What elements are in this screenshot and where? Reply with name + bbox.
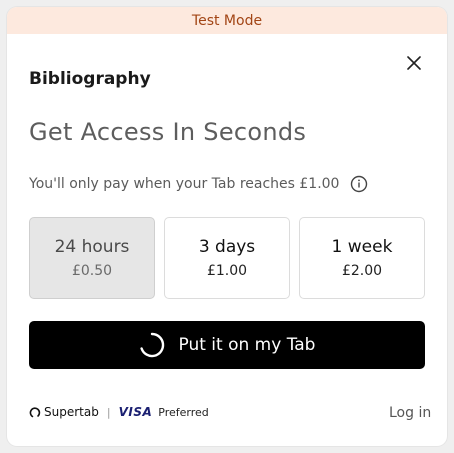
pay-note: You'll only pay when your Tab reaches £1… <box>29 175 368 193</box>
option-24-hours[interactable]: 24 hours £0.50 <box>29 217 155 299</box>
option-label: 3 days <box>198 237 256 257</box>
put-on-tab-button[interactable]: Put it on my Tab <box>29 321 425 369</box>
loading-spinner-icon <box>139 332 165 358</box>
footer-brands: Supertab | VISA Preferred <box>29 405 209 419</box>
visa-logo: VISA <box>118 405 153 419</box>
visa-preferred: Preferred <box>158 405 209 419</box>
test-mode-label: Test Mode <box>191 12 263 29</box>
login-link[interactable]: Log in <box>389 405 431 421</box>
option-price: £1.00 <box>206 263 248 279</box>
test-mode-banner: Test Mode <box>7 7 447 34</box>
option-1-week[interactable]: 1 week £2.00 <box>299 217 425 299</box>
headline: Get Access In Seconds <box>29 118 307 146</box>
put-on-tab-label: Put it on my Tab <box>178 335 316 355</box>
access-modal: Test Mode Bibliography Get Access In Sec… <box>7 7 447 446</box>
info-icon[interactable] <box>350 175 368 193</box>
option-3-days[interactable]: 3 days £1.00 <box>164 217 290 299</box>
supertab-icon <box>29 407 41 418</box>
site-name: Bibliography <box>29 69 151 89</box>
option-price: £2.00 <box>341 263 383 279</box>
close-button[interactable] <box>403 52 425 74</box>
option-label: 24 hours <box>54 237 130 257</box>
option-label: 1 week <box>331 237 393 257</box>
supertab-brand: Supertab <box>44 405 99 419</box>
supertab-logo: Supertab <box>29 405 99 419</box>
close-icon <box>407 56 421 70</box>
option-price: £0.50 <box>71 263 113 279</box>
pay-note-text: You'll only pay when your Tab reaches £1… <box>29 176 340 192</box>
footer-separator: | <box>106 405 111 419</box>
